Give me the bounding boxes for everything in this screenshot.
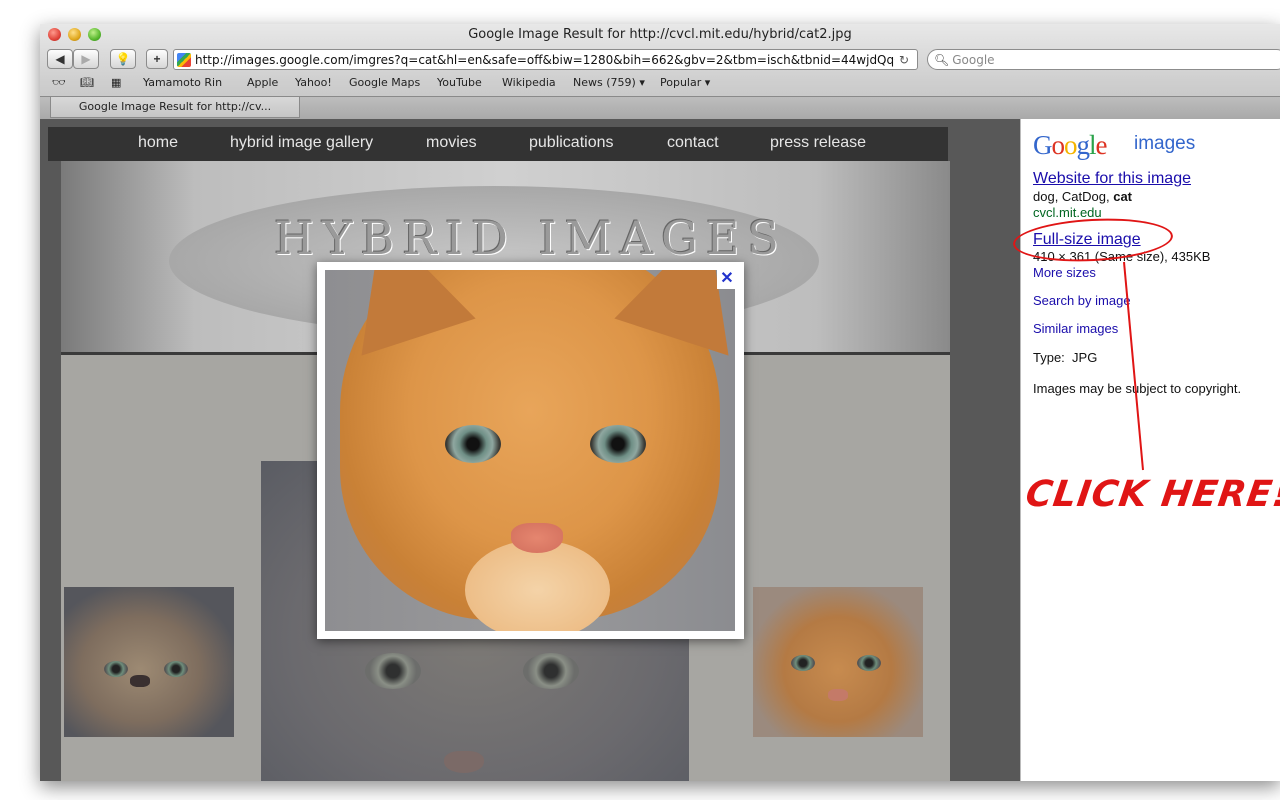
- click-here-annotation: CLICK HERE!: [1023, 474, 1280, 515]
- annotation-arrow-line: [1123, 261, 1144, 471]
- annotation-arrow: [1123, 261, 1144, 471]
